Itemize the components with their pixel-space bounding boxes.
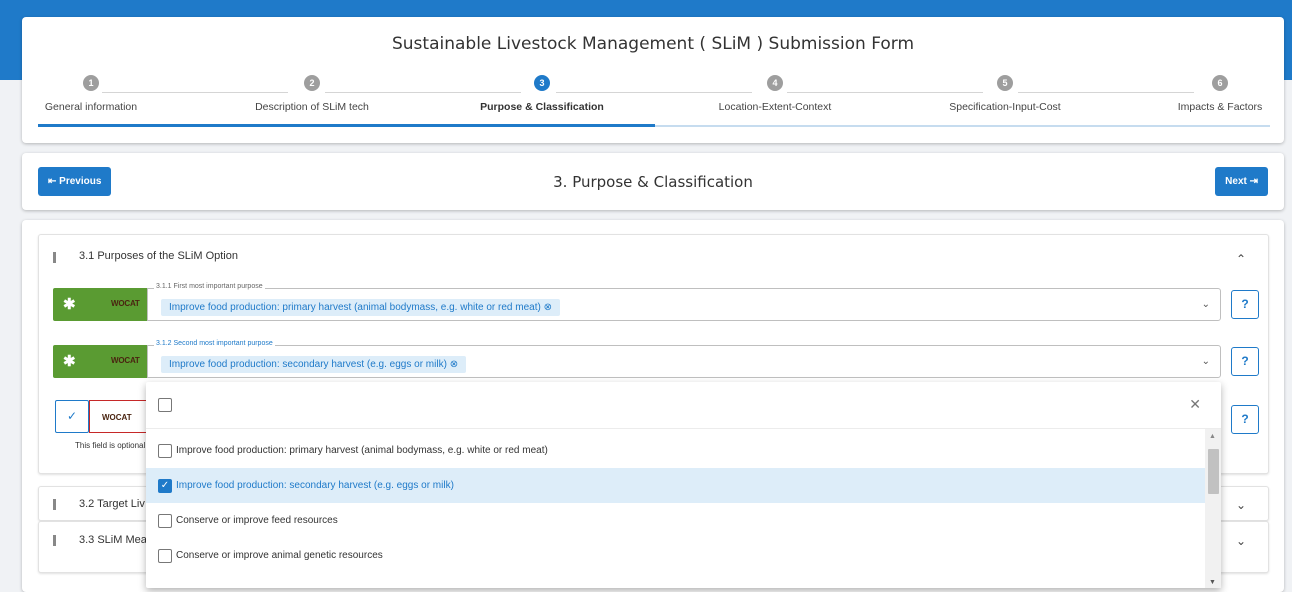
checkmark-button[interactable]: ✓ [55,400,89,433]
optional-hint: This field is optional [75,441,146,450]
purpose-dropdown-menu[interactable]: ✕ Improve food production: primary harve… [146,382,1221,588]
field-legend: 3.1.1 First most important purpose [154,283,265,290]
dropdown-option[interactable]: Conserve or improve feed resources [146,503,1205,538]
remove-chip-icon[interactable]: ⊗ [544,302,552,313]
help-button[interactable]: ? [1231,405,1259,434]
first-purpose-select[interactable]: 3.1.1 First most important purpose Impro… [147,283,1221,321]
step-label: Purpose & Classification [480,101,604,113]
chevron-down-icon[interactable]: ⌄ [1202,299,1210,310]
dropdown-option[interactable]: ✓ Improve food production: secondary har… [146,468,1205,503]
step-location-extent-context[interactable]: 4 Location-Extent-Context [710,75,840,113]
option-label: Conserve or improve feed resources [176,515,338,526]
step-impacts-factors[interactable]: 6 Impacts & Factors [1168,75,1272,113]
wocat-logo-icon: ✱ [63,296,76,313]
chevron-down-icon[interactable]: ⌄ [1202,356,1210,367]
close-icon[interactable]: ✕ [1189,396,1201,413]
option-checkbox[interactable]: ✓ [158,479,172,493]
step-number: 5 [997,75,1013,91]
selected-chip: Improve food production: secondary harve… [161,356,467,373]
step-number: 4 [767,75,783,91]
dropdown-scrollbar[interactable]: ▲ ▼ [1205,429,1221,588]
chevron-up-icon[interactable]: ⌃ [1236,252,1246,266]
help-button[interactable]: ? [1231,290,1259,319]
option-checkbox[interactable] [158,549,172,563]
option-checkbox[interactable] [158,444,172,458]
wocat-badge[interactable]: ✱ WOCAT [53,345,162,378]
step-number: 6 [1212,75,1228,91]
form-title: Sustainable Livestock Management ( SLiM … [391,34,915,54]
step-number: 2 [304,75,320,91]
option-label: Conserve or improve animal genetic resou… [176,550,383,561]
wocat-label: WOCAT [111,299,140,308]
section-3-2-title[interactable]: 3.2 Target Liv [79,498,145,510]
field-legend: 3.1.2 Second most important purpose [154,340,275,347]
step-number: 3 [534,75,550,91]
wocat-label: WOCAT [111,356,140,365]
scrollbar-thumb[interactable] [1208,449,1219,494]
next-button[interactable]: Next ⇥ [1215,167,1268,196]
wocat-label: WOCAT [102,413,132,422]
step-number: 1 [83,75,99,91]
dropdown-option[interactable]: Conserve or improve animal genetic resou… [146,538,1205,573]
dropdown-search-row: ✕ [146,382,1221,429]
step-label: Specification-Input-Cost [949,101,1061,113]
option-checkbox[interactable] [158,514,172,528]
chevron-down-icon[interactable]: ⌄ [1236,534,1246,548]
remove-chip-icon[interactable]: ⊗ [450,359,458,370]
step-description[interactable]: 2 Description of SLiM tech [248,75,376,113]
section-3-1-title[interactable]: 3.1 Purposes of the SLiM Option [79,250,238,262]
wocat-badge-outline[interactable]: WOCAT [89,400,149,433]
nav-card: ⇤ Previous 3. Purpose & Classification N… [22,153,1284,210]
step-specification-input-cost[interactable]: 5 Specification-Input-Cost [936,75,1074,113]
step-label: General information [44,101,138,113]
select-all-checkbox[interactable] [158,398,172,412]
section-title: 3. Purpose & Classification [553,173,753,191]
stepper-progress-bar [38,124,655,127]
section-3-3-title[interactable]: 3.3 SLiM Mea [79,534,147,546]
wocat-badge[interactable]: ✱ WOCAT [53,288,162,321]
section-marker [53,252,56,263]
second-purpose-select[interactable]: 3.1.2 Second most important purpose Impr… [147,340,1221,378]
wocat-logo-icon: ✱ [63,353,76,370]
selected-chip: Improve food production: primary harvest… [161,299,560,316]
dropdown-option[interactable]: Improve food production: primary harvest… [146,433,1205,468]
step-purpose-classification[interactable]: 3 Purpose & Classification [477,75,607,113]
scroll-down-icon[interactable]: ▼ [1209,579,1216,586]
option-label: Improve food production: primary harvest… [176,445,548,456]
scroll-up-icon[interactable]: ▲ [1209,433,1216,440]
header-card: Sustainable Livestock Management ( SLiM … [22,17,1284,143]
option-label: Improve food production: secondary harve… [176,480,454,491]
step-label: Impacts & Factors [1177,101,1263,113]
section-marker [53,535,56,546]
step-label: Location-Extent-Context [718,101,832,113]
chevron-down-icon[interactable]: ⌄ [1236,498,1246,512]
step-general-information[interactable]: 1 General information [38,75,144,113]
step-label: Description of SLiM tech [255,101,369,113]
section-marker [53,499,56,510]
help-button[interactable]: ? [1231,347,1259,376]
